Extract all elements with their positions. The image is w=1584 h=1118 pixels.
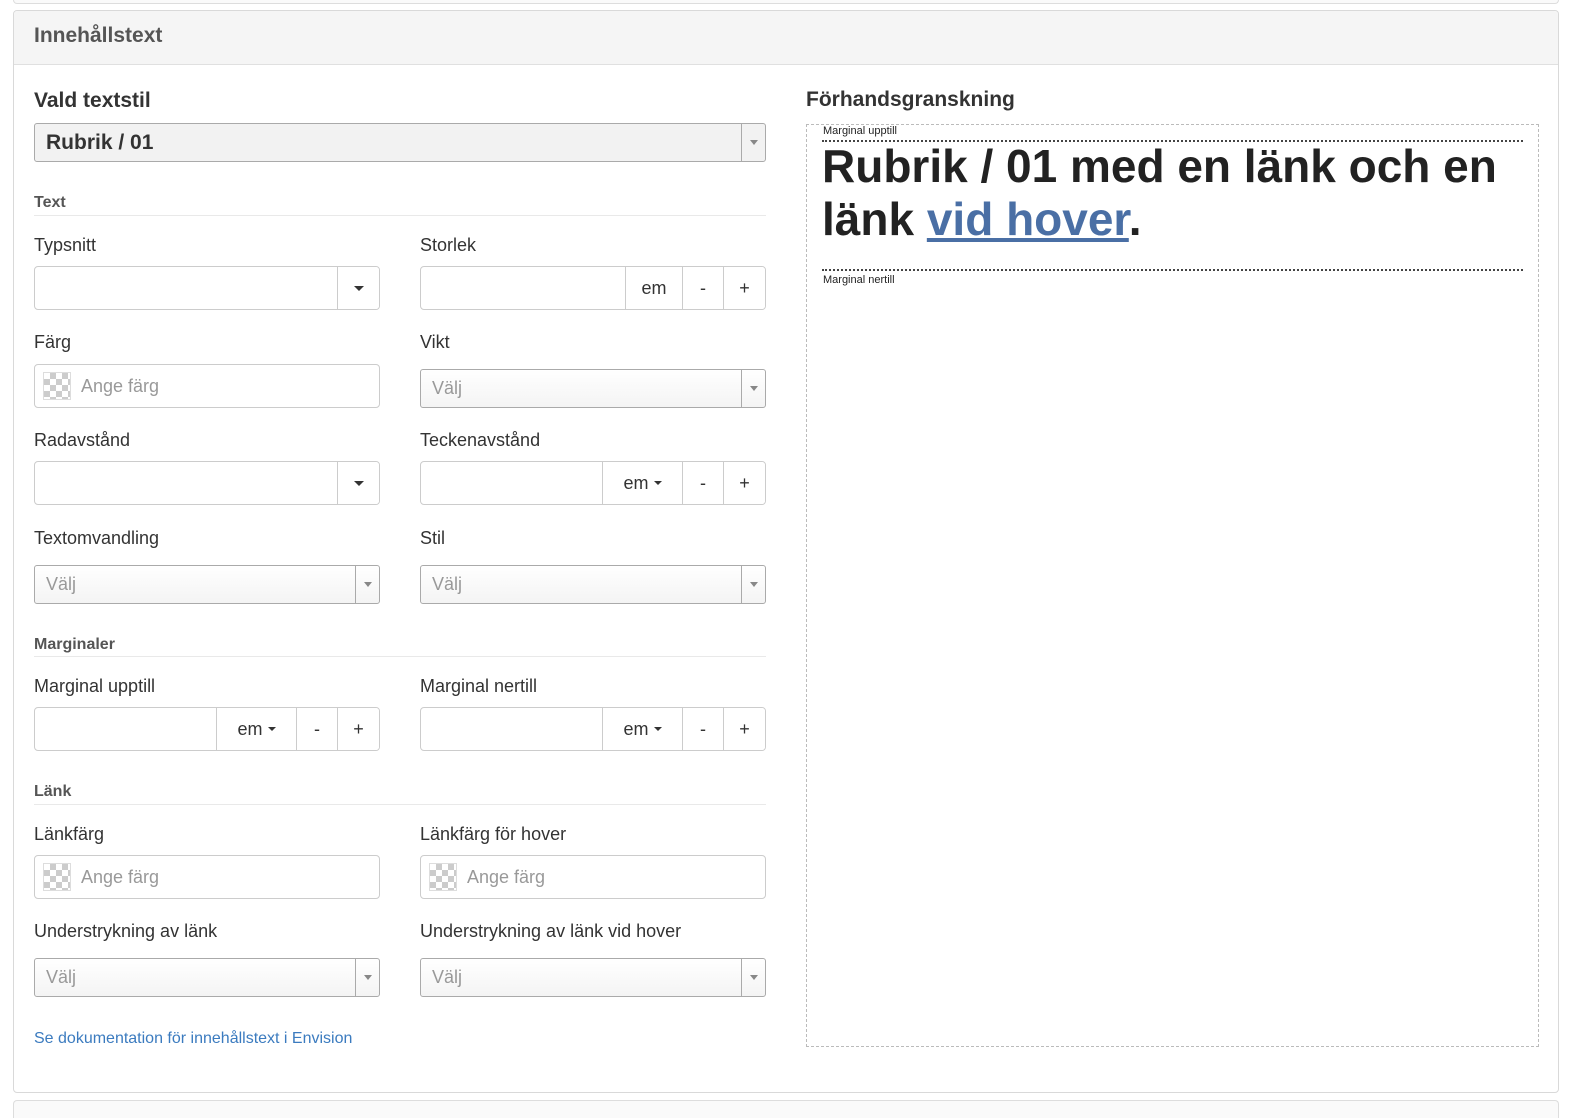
transparent-swatch-icon[interactable] <box>43 372 71 400</box>
letter-spacing-stepper[interactable]: em - + <box>420 461 766 505</box>
margin-bottom-input[interactable] <box>421 708 602 750</box>
weight-select[interactable]: Välj <box>420 369 766 408</box>
link-color-field[interactable]: Ange färg <box>34 855 380 899</box>
chevron-down-icon <box>741 566 765 603</box>
text-transform-value: Välj <box>46 574 77 594</box>
link-underline-select[interactable]: Välj <box>34 958 380 997</box>
chevron-down-icon <box>355 959 379 996</box>
size-stepper[interactable]: em - + <box>420 266 766 310</box>
margin-bottom-increment-button[interactable]: + <box>723 708 765 750</box>
margin-bottom-note: Marginal nertill <box>823 274 895 286</box>
link-color-label: Länkfärg <box>34 824 105 844</box>
margin-bottom-stepper[interactable]: em - + <box>420 707 766 751</box>
color-label: Färg <box>34 332 72 352</box>
line-height-input[interactable] <box>35 462 337 504</box>
previous-panel-edge <box>13 0 1559 4</box>
link-hover-underline-select[interactable]: Välj <box>420 958 766 997</box>
transparent-swatch-icon[interactable] <box>43 863 71 891</box>
line-height-combobox[interactable] <box>34 461 380 505</box>
margin-bottom-unit-dropdown[interactable]: em <box>602 708 682 750</box>
panel-title: Innehållstext <box>34 24 163 47</box>
preview-title: Förhandsgranskning <box>806 88 1015 111</box>
caret-down-icon <box>353 480 364 486</box>
chevron-down-icon <box>741 370 765 407</box>
selected-style-select[interactable]: Rubrik / 01 <box>34 123 766 162</box>
letter-spacing-increment-button[interactable]: + <box>723 462 765 504</box>
selected-style-label: Vald textstil <box>34 89 151 112</box>
letter-spacing-input[interactable] <box>421 462 602 504</box>
size-increment-button[interactable]: + <box>723 267 765 309</box>
style-label: Stil <box>420 528 446 548</box>
link-hover-color-field[interactable]: Ange färg <box>420 855 766 899</box>
margin-top-unit-dropdown[interactable]: em <box>216 708 296 750</box>
text-transform-label: Textomvandling <box>34 528 160 548</box>
link-hover-color-placeholder: Ange färg <box>467 866 546 887</box>
style-select[interactable]: Välj <box>420 565 766 604</box>
size-unit: em <box>625 267 682 309</box>
font-label: Typsnitt <box>34 235 97 255</box>
margin-top-increment-button[interactable]: + <box>337 708 379 750</box>
weight-value: Välj <box>432 378 463 398</box>
selected-style-value: Rubrik / 01 <box>46 130 154 154</box>
link-underline-value: Välj <box>46 967 77 987</box>
margin-bottom-decrement-button[interactable]: - <box>682 708 723 750</box>
preview-area <box>806 124 1539 1047</box>
margin-top-label: Marginal upptill <box>34 676 156 696</box>
link-hover-underline-label: Understrykning av länk vid hover <box>420 921 682 941</box>
color-field[interactable]: Ange färg <box>34 364 380 408</box>
next-panel-edge <box>13 1100 1559 1118</box>
margin-bottom-label: Marginal nertill <box>420 676 538 696</box>
weight-label: Vikt <box>420 332 450 352</box>
caret-down-icon <box>353 285 364 291</box>
letter-spacing-decrement-button[interactable]: - <box>682 462 723 504</box>
chevron-down-icon <box>741 124 765 161</box>
margin-top-input[interactable] <box>35 708 216 750</box>
letter-spacing-unit-dropdown[interactable]: em <box>602 462 682 504</box>
margin-bottom-guide <box>822 269 1523 271</box>
preview-hover-link[interactable]: vid hover <box>927 193 1129 245</box>
preview-heading: Rubrik / 01 med en länk och en länk vid … <box>822 140 1497 245</box>
chevron-down-icon <box>355 566 379 603</box>
caret-down-icon <box>267 727 276 731</box>
style-value: Välj <box>432 574 463 594</box>
size-decrement-button[interactable]: - <box>682 267 723 309</box>
text-transform-select[interactable]: Välj <box>34 565 380 604</box>
margin-top-decrement-button[interactable]: - <box>296 708 337 750</box>
transparent-swatch-icon[interactable] <box>429 863 457 891</box>
section-title-link: Länk <box>34 783 72 800</box>
link-hover-underline-value: Välj <box>432 967 463 987</box>
section-divider <box>34 215 766 216</box>
link-underline-label: Understrykning av länk <box>34 921 218 941</box>
link-hover-color-label: Länkfärg för hover <box>420 824 567 844</box>
section-divider <box>34 804 766 805</box>
size-label: Storlek <box>420 235 477 255</box>
font-combobox[interactable] <box>34 266 380 310</box>
font-input[interactable] <box>35 267 337 309</box>
section-divider <box>34 656 766 657</box>
line-height-dropdown-button[interactable] <box>337 462 379 504</box>
link-color-placeholder: Ange färg <box>81 866 160 887</box>
section-title-margins: Marginaler <box>34 636 115 653</box>
margin-top-note: Marginal upptill <box>823 125 897 137</box>
panel-header: Innehållstext <box>14 11 1558 65</box>
caret-down-icon <box>653 727 662 731</box>
color-placeholder: Ange färg <box>81 375 160 396</box>
chevron-down-icon <box>741 959 765 996</box>
caret-down-icon <box>653 481 662 485</box>
line-height-label: Radavstånd <box>34 430 131 450</box>
documentation-link[interactable]: Se dokumentation för innehållstext i Env… <box>34 1030 352 1048</box>
margin-top-stepper[interactable]: em - + <box>34 707 380 751</box>
section-title-text: Text <box>34 194 66 211</box>
size-input[interactable] <box>421 267 625 309</box>
font-dropdown-button[interactable] <box>337 267 379 309</box>
letter-spacing-label: Teckenavstånd <box>420 430 541 450</box>
